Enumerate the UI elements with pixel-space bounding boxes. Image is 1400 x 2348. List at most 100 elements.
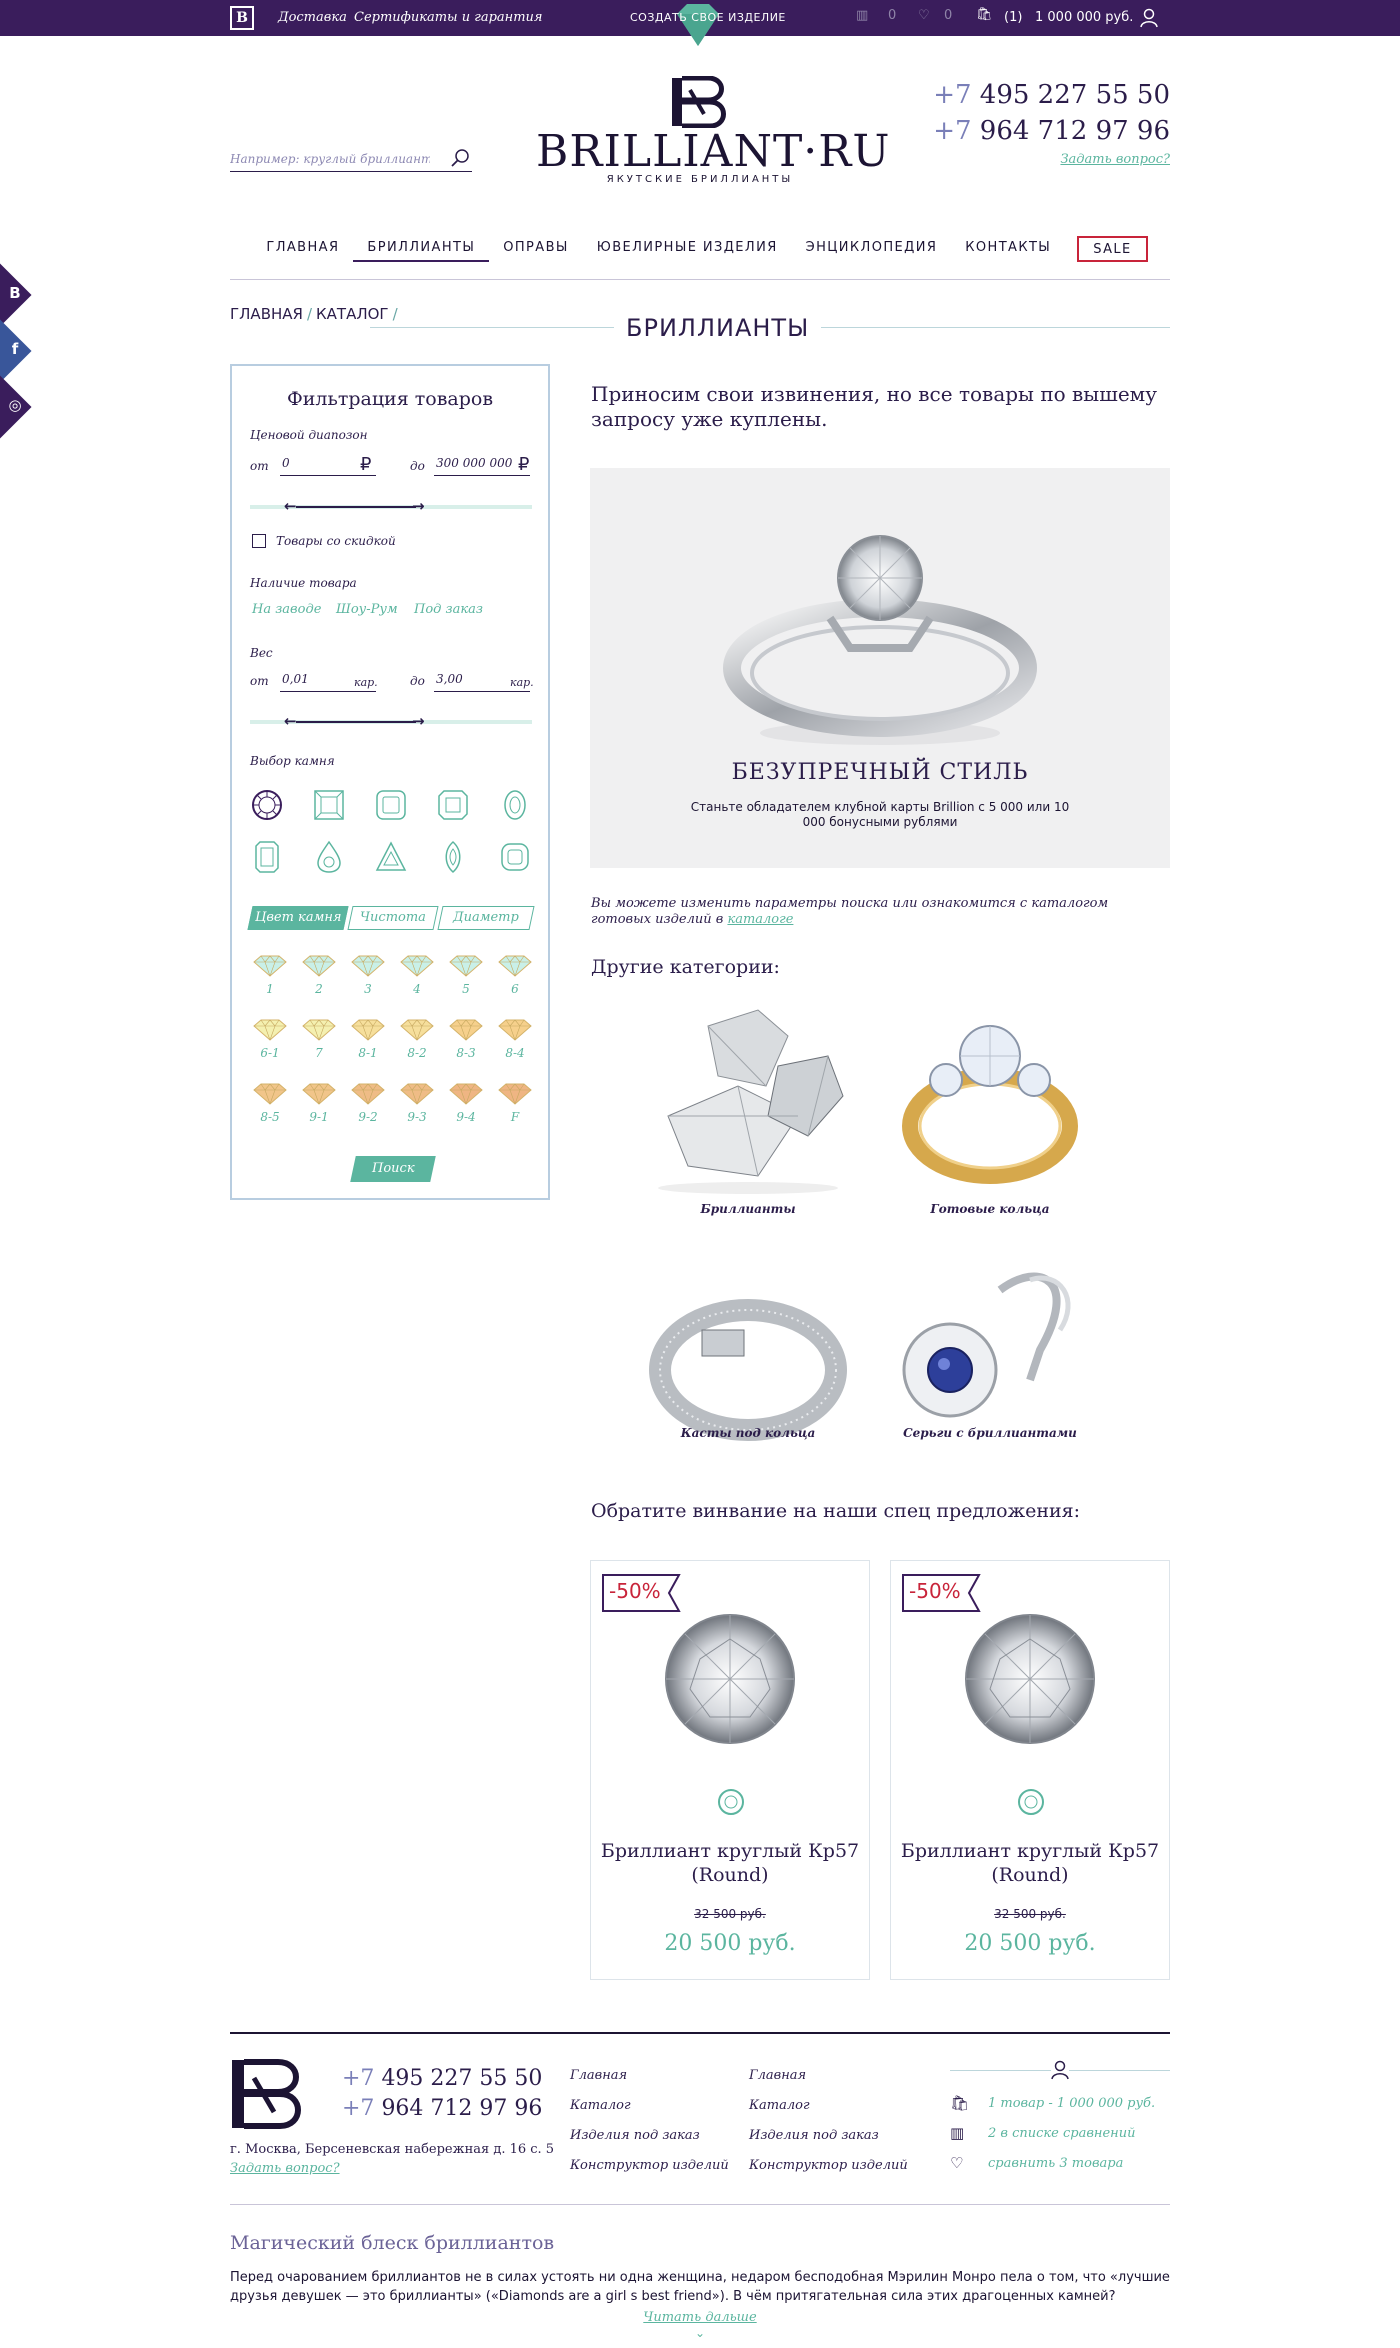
logo-mini-icon[interactable]: B xyxy=(230,6,254,30)
tab-clarity[interactable]: Чистота xyxy=(347,906,439,930)
delivery-link[interactable]: Доставка xyxy=(278,10,347,25)
trillion-shape-icon[interactable] xyxy=(374,840,408,874)
footer-favorites-stat[interactable]: сравнить 3 товара xyxy=(988,2156,1123,2171)
brand-tagline: ЯКУТСКИЕ БРИЛЛИАНТЫ xyxy=(606,174,794,185)
nav-home[interactable]: ГЛАВНАЯ xyxy=(252,232,353,262)
footer-phone-1[interactable]: +7 495 227 55 50 xyxy=(342,2066,542,2091)
create-item-link[interactable]: СОЗДАТЬ СВОЕ ИЗДЕЛИЕ xyxy=(630,11,786,24)
color-option[interactable]: 2 xyxy=(301,954,337,996)
cart-count[interactable]: (1) xyxy=(1004,10,1022,25)
product-card[interactable]: -50% Бриллиант круглый Кр57 (Round) 32 5… xyxy=(890,1560,1170,1980)
cushion-shape-icon[interactable] xyxy=(374,788,408,822)
nav-settings[interactable]: ОПРАВЫ xyxy=(489,232,583,262)
read-more-link[interactable]: Читать дальше xyxy=(0,2310,1400,2325)
oval-shape-icon[interactable] xyxy=(498,788,532,822)
availability-showroom[interactable]: Шоу-Рум xyxy=(336,602,398,617)
slider-handle-right[interactable]: → xyxy=(412,497,425,515)
user-icon[interactable] xyxy=(1051,2060,1069,2080)
tab-stone-color[interactable]: Цвет камня xyxy=(247,906,349,930)
footer-link[interactable]: Изделия под заказ xyxy=(749,2128,879,2143)
compare-icon[interactable]: ▥ xyxy=(856,8,868,23)
color-option[interactable]: 8-2 xyxy=(399,1018,435,1060)
nav-contacts[interactable]: КОНТАКТЫ xyxy=(951,232,1065,262)
slider-handle-left[interactable]: ← xyxy=(284,712,297,730)
color-option[interactable]: 9-2 xyxy=(350,1082,386,1124)
color-option[interactable]: 3 xyxy=(350,954,386,996)
color-option[interactable]: F xyxy=(497,1082,533,1124)
facebook-icon[interactable]: f xyxy=(0,340,30,358)
footer-link[interactable]: Каталог xyxy=(749,2098,810,2113)
footer-link[interactable]: Конструктор изделий xyxy=(749,2158,908,2173)
brand-logo-icon[interactable] xyxy=(670,76,730,128)
round-shape-icon[interactable] xyxy=(250,788,284,822)
marquise-shape-icon[interactable] xyxy=(436,840,470,874)
color-option[interactable]: 4 xyxy=(399,954,435,996)
phone-2[interactable]: +7 964 712 97 96 xyxy=(933,116,1170,146)
footer-link[interactable]: Изделия под заказ xyxy=(570,2128,700,2143)
promo-banner[interactable]: БЕЗУПРЕЧНЫЙ СТИЛЬ Станьте обладателем кл… xyxy=(590,468,1170,868)
footer-link[interactable]: Главная xyxy=(749,2068,806,2083)
cart-icon[interactable]: 🛍 xyxy=(976,7,993,22)
footer-link[interactable]: Конструктор изделий xyxy=(570,2158,729,2173)
heart-icon[interactable]: ♡ xyxy=(918,8,930,23)
breadcrumb-home[interactable]: ГЛАВНАЯ xyxy=(230,305,303,323)
footer-cart-stat[interactable]: 1 товар - 1 000 000 руб. xyxy=(988,2096,1155,2111)
category-rings[interactable]: Готовые кольца xyxy=(880,1006,1100,1226)
availability-order[interactable]: Под заказ xyxy=(414,602,483,617)
chevron-down-icon[interactable]: ⌄ xyxy=(0,2326,1400,2340)
footer-logo-icon[interactable] xyxy=(230,2058,306,2130)
color-option[interactable]: 8-5 xyxy=(252,1082,288,1124)
user-icon[interactable] xyxy=(1140,8,1158,28)
footer-ask-link[interactable]: Задать вопрос? xyxy=(230,2161,340,2176)
footer-phone-2[interactable]: +7 964 712 97 96 xyxy=(342,2096,542,2121)
nav-encyclopedia[interactable]: ЭНЦИКЛОПЕДИЯ xyxy=(792,232,952,262)
radiant-shape-icon[interactable] xyxy=(498,840,532,874)
phone-1[interactable]: +7 495 227 55 50 xyxy=(933,80,1170,110)
asscher-shape-icon[interactable] xyxy=(436,788,470,822)
availability-factory[interactable]: На заводе xyxy=(252,602,321,617)
category-earrings[interactable]: Серьги с бриллиантами xyxy=(880,1260,1100,1480)
pear-shape-icon[interactable] xyxy=(312,840,346,874)
slider-handle-left[interactable]: ← xyxy=(284,497,297,515)
slider-handle-right[interactable]: → xyxy=(412,712,425,730)
color-option[interactable]: 5 xyxy=(448,954,484,996)
brand-name[interactable]: BRILLIANT·RU xyxy=(536,126,889,177)
color-option[interactable]: 6-1 xyxy=(252,1018,288,1060)
ask-question-link[interactable]: Задать вопрос? xyxy=(1060,152,1170,167)
price-to-input[interactable]: 300 000 000 xyxy=(434,456,530,476)
nav-jewelry[interactable]: ЮВЕЛИРНЫЕ ИЗДЕЛИЯ xyxy=(583,232,792,262)
color-option[interactable]: 7 xyxy=(301,1018,337,1060)
color-option[interactable]: 9-4 xyxy=(448,1082,484,1124)
cart-total[interactable]: 1 000 000 руб. xyxy=(1035,10,1133,25)
footer-link[interactable]: Каталог xyxy=(570,2098,631,2113)
search-input[interactable] xyxy=(230,148,430,166)
color-option[interactable]: 8-1 xyxy=(350,1018,386,1060)
search-button[interactable]: Поиск xyxy=(350,1156,436,1182)
nav-sale[interactable]: SALE xyxy=(1077,236,1148,262)
footer-link[interactable]: Главная xyxy=(570,2068,627,2083)
product-title[interactable]: Бриллиант круглый Кр57 (Round) xyxy=(891,1839,1169,1887)
nav-diamonds[interactable]: БРИЛЛИАНТЫ xyxy=(353,232,490,262)
breadcrumb-catalog[interactable]: КАТАЛОГ xyxy=(316,305,389,323)
instagram-icon[interactable]: ◎ xyxy=(0,396,30,414)
discount-checkbox[interactable] xyxy=(252,534,266,548)
color-option[interactable]: 1 xyxy=(252,954,288,996)
color-option[interactable]: 8-4 xyxy=(497,1018,533,1060)
category-diamonds[interactable]: Бриллианты xyxy=(638,1006,858,1226)
footer-compare-stat[interactable]: 2 в списке сравнений xyxy=(988,2126,1135,2141)
catalog-link[interactable]: каталоге xyxy=(727,912,793,927)
color-option[interactable]: 9-1 xyxy=(301,1082,337,1124)
color-option[interactable]: 9-3 xyxy=(399,1082,435,1124)
certificates-link[interactable]: Сертификаты и гарантия xyxy=(354,10,543,25)
category-settings[interactable]: Касты под кольца xyxy=(638,1260,858,1480)
diamond-color-icon xyxy=(498,1083,532,1105)
product-card[interactable]: -50% Бриллиант круглый Кр57 (Round) 32 5… xyxy=(590,1560,870,1980)
princess-shape-icon[interactable] xyxy=(312,788,346,822)
color-option[interactable]: 8-3 xyxy=(448,1018,484,1060)
color-option[interactable]: 6 xyxy=(497,954,533,996)
search-icon[interactable] xyxy=(450,148,470,168)
product-title[interactable]: Бриллиант круглый Кр57 (Round) xyxy=(591,1839,869,1887)
tab-diameter[interactable]: Диаметр xyxy=(437,906,535,930)
emerald-shape-icon[interactable] xyxy=(250,840,284,874)
vk-icon[interactable]: B xyxy=(0,284,30,302)
